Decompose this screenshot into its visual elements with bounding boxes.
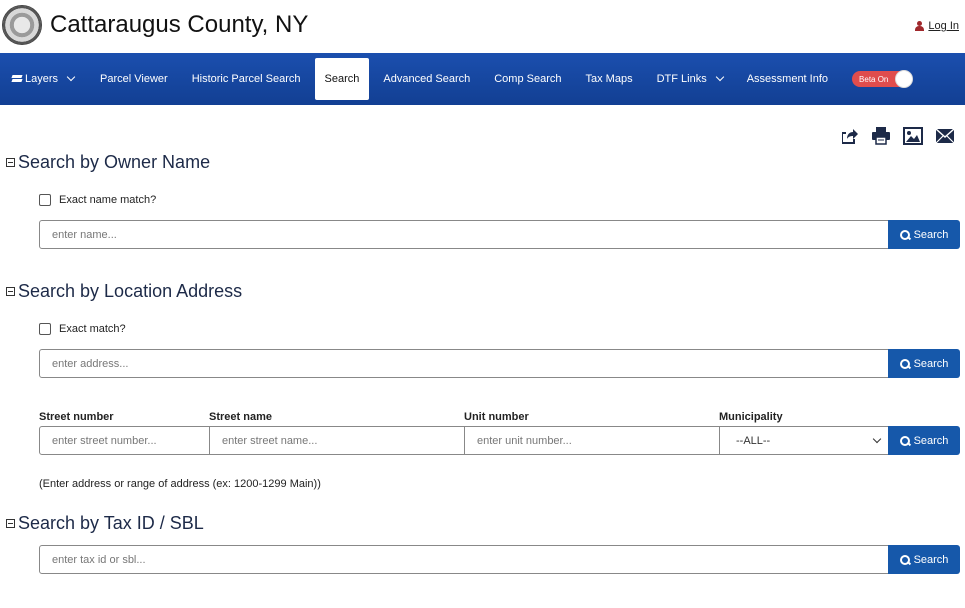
exact-name-match-checkbox[interactable]	[39, 194, 51, 206]
owner-name-input[interactable]	[39, 220, 889, 249]
nav-parcel-viewer[interactable]: Parcel Viewer	[90, 58, 178, 100]
user-icon	[915, 21, 925, 31]
toolbar	[839, 126, 955, 146]
owner-search-button[interactable]: Search	[888, 220, 960, 249]
taxid-search-button-label: Search	[913, 553, 949, 566]
nav-advanced-search[interactable]: Advanced Search	[373, 58, 480, 100]
county-seal-logo	[2, 5, 42, 45]
exact-match-row: Exact match?	[39, 323, 126, 335]
share-icon[interactable]	[839, 126, 859, 146]
image-icon[interactable]	[903, 126, 923, 146]
nav-comp-search[interactable]: Comp Search	[484, 58, 571, 100]
toggle-knob	[895, 70, 914, 88]
search-icon	[899, 554, 910, 565]
site-title: Cattaraugus County, NY	[50, 11, 309, 38]
chevron-down-icon	[872, 434, 882, 444]
search-icon	[899, 358, 910, 369]
unit-number-label: Unit number	[464, 411, 529, 423]
street-name-label: Street name	[209, 411, 272, 423]
chevron-down-icon	[66, 72, 76, 82]
taxid-section-heading[interactable]: Search by Tax ID / SBL	[6, 513, 204, 534]
header: Cattaraugus County, NY Log In	[0, 0, 965, 53]
street-number-input[interactable]	[39, 426, 210, 455]
collapse-icon	[6, 287, 15, 296]
nav-assessment-info[interactable]: Assessment Info	[737, 58, 838, 100]
street-number-label: Street number	[39, 411, 114, 423]
nav-tax-maps[interactable]: Tax Maps	[576, 58, 643, 100]
chevron-down-icon	[715, 72, 724, 82]
beta-toggle[interactable]: Beta On	[852, 70, 914, 88]
nav-dtf-links-label: DTF Links	[656, 73, 707, 85]
taxid-section-title: Search by Tax ID / SBL	[18, 513, 204, 533]
municipality-selected-value: --ALL--	[736, 434, 771, 447]
exact-match-label: Exact match?	[59, 323, 126, 335]
nav-layers-label: Layers	[25, 73, 59, 85]
taxid-input[interactable]	[39, 545, 889, 574]
taxid-search-button[interactable]: Search	[888, 545, 960, 574]
exact-name-match-label: Exact name match?	[59, 194, 157, 206]
nav-dtf-links[interactable]: DTF Links	[647, 58, 733, 100]
address-input[interactable]	[39, 349, 889, 378]
municipality-label: Municipality	[719, 411, 783, 423]
beta-toggle-label: Beta On	[859, 74, 889, 84]
unit-number-input[interactable]	[464, 426, 720, 455]
exact-match-checkbox[interactable]	[39, 323, 51, 335]
main-nav: Layers Parcel Viewer Historic Parcel Sea…	[0, 53, 965, 105]
search-icon	[899, 229, 910, 240]
address-hint: (Enter address or range of address (ex: …	[39, 478, 321, 490]
owner-section-heading[interactable]: Search by Owner Name	[6, 152, 210, 173]
collapse-icon	[6, 158, 15, 167]
collapse-icon	[6, 519, 15, 528]
address-section-title: Search by Location Address	[18, 281, 243, 301]
address-search-button-label: Search	[913, 357, 949, 370]
search-icon	[899, 435, 910, 446]
owner-search-button-label: Search	[913, 228, 949, 241]
email-icon[interactable]	[935, 126, 955, 146]
municipality-select[interactable]: --ALL--	[719, 426, 889, 455]
login-link[interactable]: Log In	[915, 20, 959, 32]
address-search-button[interactable]: Search	[888, 349, 960, 378]
login-label: Log In	[928, 20, 959, 32]
address-section-heading[interactable]: Search by Location Address	[6, 281, 242, 302]
nav-search[interactable]: Search	[314, 58, 370, 100]
nav-historic-parcel-search[interactable]: Historic Parcel Search	[182, 58, 311, 100]
nav-layers[interactable]: Layers	[2, 58, 84, 100]
owner-section-title: Search by Owner Name	[18, 152, 211, 172]
layers-icon	[11, 74, 23, 84]
detailed-address-search-button[interactable]: Search	[888, 426, 960, 455]
street-name-input[interactable]	[209, 426, 465, 455]
detailed-address-search-button-label: Search	[913, 434, 949, 447]
print-icon[interactable]	[871, 126, 891, 146]
exact-name-match-row: Exact name match?	[39, 194, 156, 206]
